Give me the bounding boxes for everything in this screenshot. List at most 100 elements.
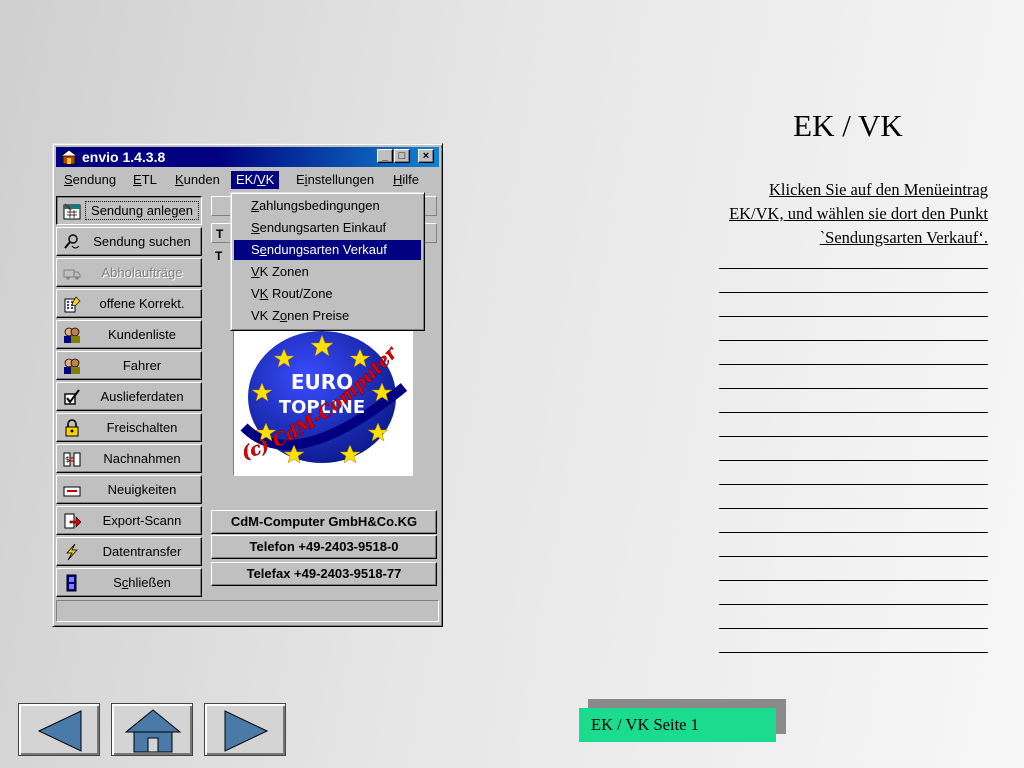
note-line [719,412,988,413]
abholauftraege-label: Abholaufträge [101,265,183,280]
money-transfer-icon: $ [63,452,81,467]
auslieferdaten-label: Auslieferdaten [100,389,184,404]
panel-strip-1-text: T [216,227,224,241]
slide-heading: EK / VK [793,108,903,143]
drivers-icon [64,358,80,374]
customers-icon [64,327,80,343]
menu-bar: Sendung ETL Kunden EK/VK Einstellungen H… [56,169,439,191]
menu-etl-accel: E [133,172,142,187]
sendung-anlegen-button[interactable]: Sendung anlegen [56,196,202,225]
sendung-suchen-button[interactable]: Sendung suchen [56,227,202,256]
export-scann-label: Export-Scann [102,513,182,528]
phone-number: Telefon +49-2403-9518-0 [211,535,437,559]
kundenliste-label: Kundenliste [108,327,176,342]
menu-ekvk[interactable]: EK/VK [231,171,280,189]
minimize-button[interactable]: _ [377,149,393,163]
note-line [719,580,988,581]
note-line [719,508,988,509]
note-line [719,268,988,269]
menu-etl-label: TL [141,172,157,187]
neuigkeiten-label: Neuigkeiten [107,482,177,497]
note-line [719,532,988,533]
sendung-anlegen-label: Sendung anlegen [85,201,199,220]
menu-item-vk-zonen-preise[interactable]: VK Zonen Preise [234,306,421,326]
note-line [719,484,988,485]
ekvk-dropdown-menu: Zahlungsbedingungen Sendungsarten Einkau… [230,192,425,331]
nachnahmen-button[interactable]: $ Nachnahmen [56,444,202,473]
maximize-button[interactable]: □ [394,149,410,163]
menu-einstellungen-pre: E [296,172,305,187]
note-line [719,316,988,317]
note-lines [719,268,988,676]
news-icon [63,486,81,497]
calendar-icon [63,203,81,220]
neuigkeiten-button[interactable]: Neuigkeiten [56,475,202,504]
menu-item-vk-rout-zone[interactable]: VK Rout/Zone [234,284,421,304]
status-bar [56,600,439,622]
home-slide-button[interactable] [111,703,193,756]
home-icon [124,709,182,753]
checkbox-check-icon [64,389,80,405]
menu-hilfe[interactable]: Hilfe [388,171,424,189]
svg-text:$: $ [65,455,70,464]
menu-ekvk-pre: EK/ [236,172,257,187]
menu-item-vk-zonen[interactable]: VK Zonen [234,262,421,282]
schliessen-label: Schließen [113,575,171,590]
freischalten-button[interactable]: Freischalten [56,413,202,442]
arrow-left-icon [37,710,82,752]
fax-number: Telefax +49-2403-9518-77 [211,562,437,586]
menu-item-sendungsarten-verkauf[interactable]: Sendungsarten Verkauf [234,240,421,260]
lock-icon [65,419,79,437]
note-line [719,652,988,653]
next-slide-button[interactable] [204,703,286,756]
menu-item-sendungsarten-einkauf[interactable]: Sendungsarten Einkauf [234,218,421,238]
previous-slide-button[interactable] [18,703,100,756]
note-line [719,364,988,365]
fahrer-label: Fahrer [122,358,162,373]
menu-kunden[interactable]: Kunden [170,171,225,189]
datentransfer-label: Datentransfer [102,544,182,559]
note-line [719,292,988,293]
note-line [719,628,988,629]
offene-korrekt-button[interactable]: offene Korrekt. [56,289,202,318]
auslieferdaten-button[interactable]: Auslieferdaten [56,382,202,411]
window-titlebar[interactable]: envio 1.4.3.8 _ □ × [56,147,439,167]
menu-kunden-accel: K [175,172,184,187]
menu-hilfe-label: ilfe [402,172,420,187]
abholauftraege-button: Abholaufträge [56,258,202,287]
menu-hilfe-accel: H [393,172,403,187]
slide-description: Klicken Sie auf den Menüeintrag EK/VK, u… [729,180,988,247]
menu-ekvk-accel: V [256,172,266,187]
export-scann-button[interactable]: Export-Scann [56,506,202,535]
truck-icon [63,269,81,280]
panel-strip-2-text: T [215,249,223,263]
app-icon [60,149,78,165]
lightning-icon [66,543,78,561]
kundenliste-button[interactable]: Kundenliste [56,320,202,349]
export-arrow-icon [64,513,81,529]
menu-etl[interactable]: ETL [128,171,162,189]
euro-topline-logo: EURO TOPLINE (c) CdM-Computer [233,326,413,476]
schliessen-button[interactable]: Schließen [56,568,202,597]
offene-korrekt-label: offene Korrekt. [99,296,185,311]
menu-einstellungen[interactable]: Einstellungen [291,171,379,189]
note-line [719,388,988,389]
datentransfer-button[interactable]: Datentransfer [56,537,202,566]
note-line [719,460,988,461]
menu-item-zahlungsbedingungen[interactable]: Zahlungsbedingungen [234,196,421,216]
sidebar: Sendung anlegen Sendung suchen Abholauft… [56,196,204,599]
building-edit-icon [64,296,81,313]
company-name: CdM-Computer GmbH&Co.KG [211,510,437,534]
nachnahmen-label: Nachnahmen [103,451,181,466]
menu-sendung-label: endung [72,172,117,187]
note-line [719,340,988,341]
sendung-suchen-label: Sendung suchen [93,234,191,249]
logo-graphic: EURO TOPLINE (c) CdM-Computer [239,331,408,464]
page-label: EK / VK Seite 1 [579,708,776,742]
fahrer-button[interactable]: Fahrer [56,351,202,380]
menu-sendung[interactable]: Sendung [59,171,121,189]
close-button[interactable]: × [418,149,434,163]
menu-sendung-accel: S [64,172,73,187]
note-line [719,556,988,557]
note-line [719,604,988,605]
